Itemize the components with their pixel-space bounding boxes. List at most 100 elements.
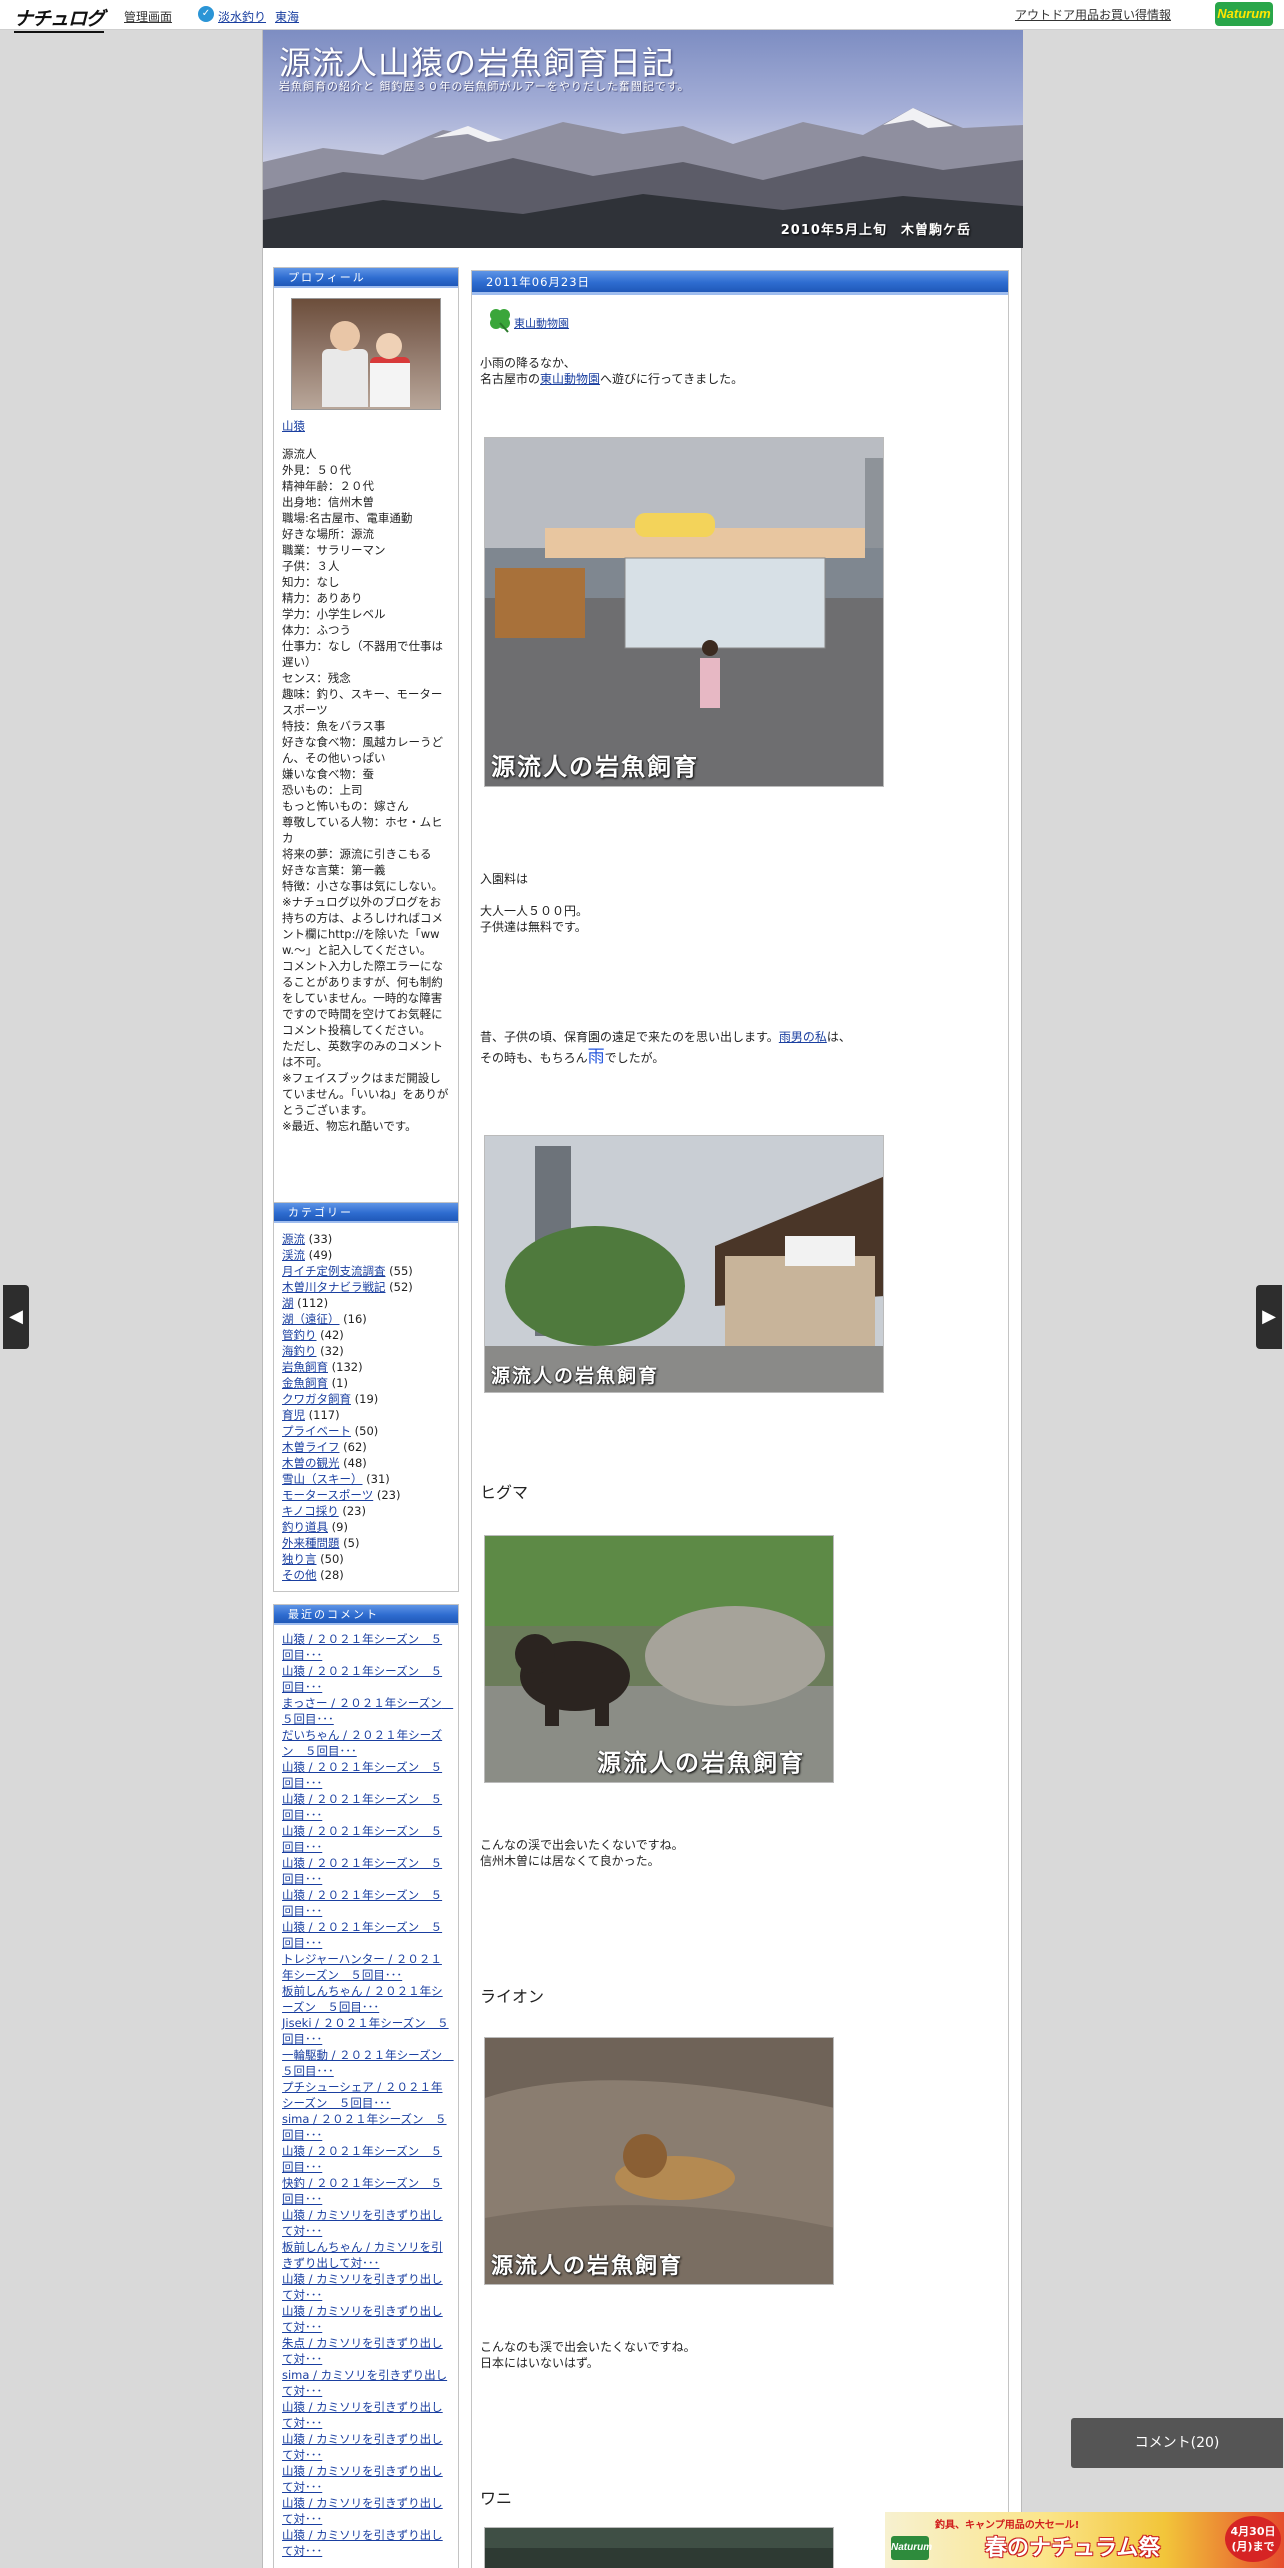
category-link[interactable]: 海釣り: [282, 1344, 317, 1358]
category-link[interactable]: 木曽川タナビラ戦記: [282, 1280, 386, 1294]
category-item: 渓流 (49): [282, 1247, 450, 1263]
category-box: カテゴリー 源流 (33) 渓流 (49) 月イチ定例支流調査 (55) 木曽川タナビ…: [273, 1202, 459, 1592]
recent-comment-link[interactable]: 山猿 / ２０２１年シーズン ５回目･･･: [282, 1792, 442, 1822]
category-item: 雪山（スキー） (31): [282, 1471, 450, 1487]
recent-comment-link[interactable]: 山猿 / カミソリを引きずり出して対･･･: [282, 2272, 443, 2302]
recent-comment-link[interactable]: 山猿 / カミソリを引きずり出して対･･･: [282, 2464, 443, 2494]
recent-comment-link[interactable]: 山猿 / カミソリを引きずり出して対･･･: [282, 2208, 443, 2238]
recent-comment-link[interactable]: 板前しんちゃん / カミソリを引きずり出して対･･･: [282, 2240, 443, 2270]
recent-comment-item: 山猿 / ２０２１年シーズン ５回目･･･: [282, 1887, 450, 1919]
rain-man-link[interactable]: 雨男の私: [779, 1030, 827, 1044]
category-count: (28): [320, 1568, 344, 1582]
category-link[interactable]: 釣り道具: [282, 1520, 328, 1534]
recent-comment-link[interactable]: まっさー / ２０２１年シーズン ５回目･･･: [282, 1696, 453, 1726]
recent-comment-item: 山猿 / ２０２１年シーズン ５回目･･･: [282, 1663, 450, 1695]
recent-comment-link[interactable]: 板前しんちゃん / ２０２１年シーズン ５回目･･･: [282, 1984, 443, 2014]
recent-comment-item: 山猿 / ２０２１年シーズン ５回目･･･: [282, 1823, 450, 1855]
recent-comment-link[interactable]: 山猿 / ２０２１年シーズン ５回目･･･: [282, 1632, 442, 1662]
recent-comment-link[interactable]: 山猿 / カミソリを引きずり出して対･･･: [282, 2432, 443, 2462]
category-link[interactable]: 渓流: [282, 1248, 305, 1262]
recent-comments-box: 最近のコメント 山猿 / ２０２１年シーズン ５回目･･･ 山猿 / ２０２１年シ…: [273, 1604, 459, 2568]
recent-comment-link[interactable]: 山猿 / ２０２１年シーズン ５回目･･･: [282, 1664, 442, 1694]
category-link[interactable]: 岩魚飼育: [282, 1360, 328, 1374]
recent-comment-link[interactable]: プチシューシェア / ２０２１年シーズン ５回目･･･: [282, 2080, 442, 2110]
zoo-entrance-photo[interactable]: 源流人の岩魚飼育: [484, 437, 884, 787]
category-link[interactable]: 木曽ライフ: [282, 1440, 340, 1454]
category-link[interactable]: 月イチ定例支流調査: [282, 1264, 386, 1278]
profile-line: 職業：サラリーマン: [282, 543, 386, 557]
category-tokai-link[interactable]: 東海: [275, 8, 299, 25]
spring-sale-banner[interactable]: Naturum 釣具、キャンプ用品の大セール! 春のナチュラム祭 4月30日(月…: [885, 2512, 1284, 2568]
category-link[interactable]: 外来種問題: [282, 1536, 340, 1550]
post-category-link[interactable]: 東山動物園: [514, 315, 569, 331]
category-count: (23): [376, 1488, 401, 1502]
recent-comment-item: 山猿 / カミソリを引きずり出して対･･･: [282, 2271, 450, 2303]
category-link[interactable]: 独り言: [282, 1552, 317, 1566]
recent-comment-link[interactable]: 快釣 / ２０２１年シーズン ５回目･･･: [282, 2176, 442, 2206]
category-link[interactable]: キノコ採り: [282, 1504, 339, 1518]
category-link[interactable]: 源流: [282, 1232, 305, 1246]
memory-text: 昔、子供の頃、保育園の遠足で来たのを思い出します。雨男の私は、 その時も、もちろ…: [480, 1030, 851, 1067]
category-count: (1): [331, 1376, 348, 1390]
recent-comment-item: まっさー / ２０２１年シーズン ５回目･･･: [282, 1695, 453, 1727]
crocodile-photo[interactable]: [484, 2527, 834, 2568]
recent-comment-link[interactable]: 山猿 / ２０２１年シーズン ５回目･･･: [282, 2144, 442, 2174]
category-link[interactable]: モータースポーツ: [282, 1488, 373, 1502]
category-count: (62): [343, 1440, 367, 1454]
recent-comment-link[interactable]: 山猿 / カミソリを引きずり出して対･･･: [282, 2528, 443, 2558]
category-link[interactable]: 育児: [282, 1408, 305, 1422]
recent-comment-link[interactable]: 山猿 / ２０２１年シーズン ５回目･･･: [282, 1920, 442, 1950]
category-link[interactable]: 管釣り: [282, 1328, 317, 1342]
category-link[interactable]: プライベート: [282, 1424, 351, 1438]
profile-name-link[interactable]: 山猿: [282, 419, 305, 433]
fee-label: 入園料は: [480, 872, 529, 886]
category-link[interactable]: 金魚飼育: [282, 1376, 328, 1390]
recent-comment-link[interactable]: Jiseki / ２０２１年シーズン ５回目･･･: [282, 2016, 449, 2046]
recent-comment-link[interactable]: 山猿 / ２０２１年シーズン ５回目･･･: [282, 1856, 442, 1886]
banner-deadline: 4月30日(月)まで: [1225, 2516, 1281, 2562]
recent-comment-link[interactable]: 山猿 / ２０２１年シーズン ５回目･･･: [282, 1824, 442, 1854]
zoo-tower-photo[interactable]: 源流人の岩魚飼育: [484, 1135, 884, 1393]
recent-comment-link[interactable]: sima / カミソリを引きずり出して対･･･: [282, 2368, 447, 2398]
comment-button[interactable]: コメント(20): [1071, 2418, 1283, 2468]
recent-comment-link[interactable]: sima / ２０２１年シーズン ５回目･･･: [282, 2112, 447, 2142]
photo-watermark: 源流人の岩魚飼育: [491, 753, 699, 781]
recent-comment-link[interactable]: だいちゃん / ２０２１年シーズン ５回目･･･: [282, 1728, 442, 1758]
category-item: 育児 (117): [282, 1407, 450, 1423]
profile-line: 子供：３人: [282, 559, 340, 573]
recent-comment-item: 山猿 / ２０２１年シーズン ５回目･･･: [282, 1791, 450, 1823]
category-count: (16): [343, 1312, 367, 1326]
category-count: (55): [389, 1264, 413, 1278]
recent-comment-link[interactable]: 山猿 / カミソリを引きずり出して対･･･: [282, 2400, 443, 2430]
category-link[interactable]: その他: [282, 1568, 317, 1582]
profile-line: 出身地：信州木曽: [282, 495, 374, 509]
recent-comment-link[interactable]: トレジャーハンター / ２０２１年シーズン ５回目･･･: [282, 1952, 442, 1982]
recent-comment-link[interactable]: 山猿 / ２０２１年シーズン ５回目･･･: [282, 1888, 442, 1918]
blog-container: 源流人山猿の岩魚飼育日記 岩魚飼育の紹介と 餌釣歴３０年の岩魚師がルアーをやりだ…: [262, 30, 1023, 2568]
recent-comment-link[interactable]: 山猿 / カミソリを引きずり出して対･･･: [282, 2496, 443, 2526]
category-link[interactable]: クワガタ飼育: [282, 1392, 351, 1406]
admin-link[interactable]: 管理画面: [124, 8, 172, 25]
category-item: クワガタ飼育 (19): [282, 1391, 450, 1407]
category-link[interactable]: 木曽の観光: [282, 1456, 340, 1470]
recent-comment-link[interactable]: 一輪駆動 / ２０２１年シーズン ５回目･･･: [282, 2048, 454, 2078]
recent-comment-link[interactable]: 山猿 / ２０２１年シーズン ５回目･･･: [282, 1760, 442, 1790]
category-link[interactable]: 湖: [282, 1296, 294, 1310]
recent-comment-link[interactable]: 朱点 / カミソリを引きずり出して対･･･: [282, 2336, 443, 2366]
category-count: (52): [389, 1280, 413, 1294]
category-count: (50): [320, 1552, 344, 1566]
lion-photo[interactable]: 源流人の岩魚飼育: [484, 2037, 834, 2285]
prev-post-arrow-icon[interactable]: ◀: [3, 1285, 29, 1349]
category-freshwater-link[interactable]: 淡水釣り: [218, 8, 266, 25]
naturum-log-logo[interactable]: ナチュログ: [14, 4, 105, 33]
category-link[interactable]: 湖（遠征）: [282, 1312, 340, 1326]
profile-line: ※最近、物忘れ酷いです。: [282, 1119, 417, 1133]
category-link[interactable]: 雪山（スキー）: [282, 1472, 363, 1486]
higashiyama-zoo-link[interactable]: 東山動物園: [540, 372, 600, 386]
naturum-brand-logo[interactable]: Naturum: [1215, 2, 1273, 26]
category-item: 木曽ライフ (62): [282, 1439, 450, 1455]
next-post-arrow-icon[interactable]: ▶: [1256, 1285, 1282, 1349]
outdoor-deals-link[interactable]: アウトドア用品お買い得情報: [1015, 6, 1171, 23]
recent-comment-link[interactable]: 山猿 / カミソリを引きずり出して対･･･: [282, 2304, 443, 2334]
bear-photo[interactable]: 源流人の岩魚飼育: [484, 1535, 834, 1783]
